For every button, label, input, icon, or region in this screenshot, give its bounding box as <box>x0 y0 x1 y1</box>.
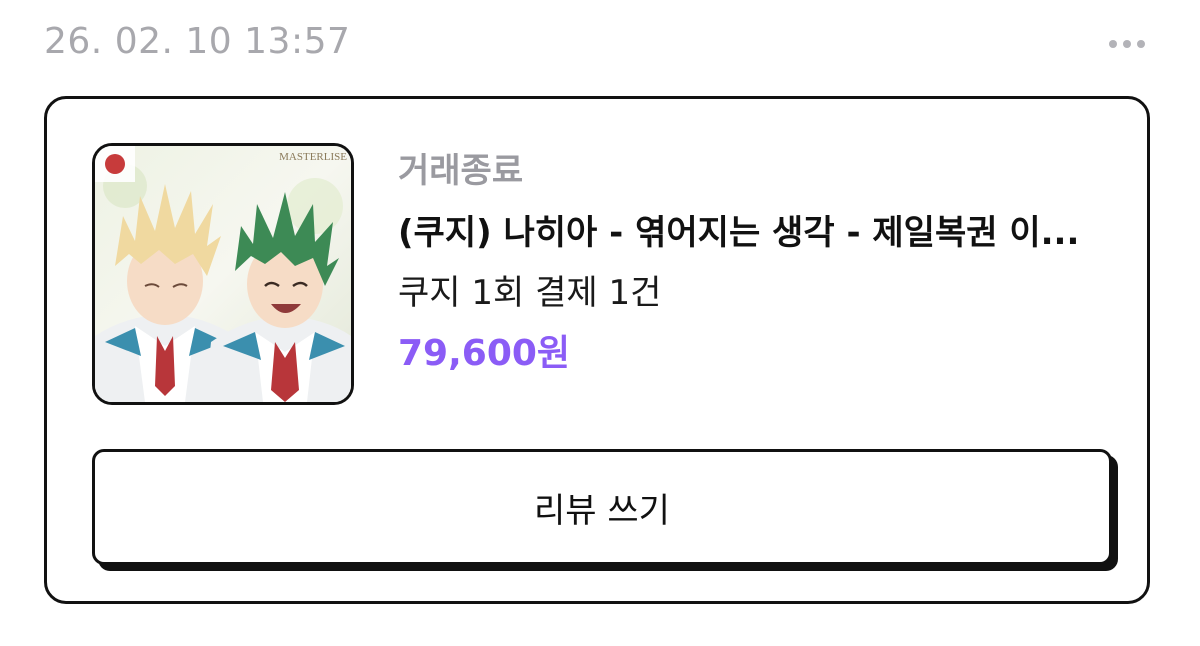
order-datetime: 26. 02. 10 13:57 <box>44 21 351 62</box>
order-status: 거래종료 <box>398 151 524 191</box>
more-dot-icon <box>1123 40 1131 48</box>
more-dot-icon <box>1109 40 1117 48</box>
order-summary: 쿠지 1회 결제 1건 <box>398 273 662 313</box>
product-thumbnail[interactable]: MASTERLISE <box>92 143 354 405</box>
product-title[interactable]: (쿠지) 나히아 - 엮어지는 생각 - 제일복권 이... <box>398 211 1098 255</box>
more-options-button[interactable] <box>1102 30 1152 58</box>
logo-text: MASTERLISE <box>279 151 347 163</box>
order-history-item: 26. 02. 10 13:57 MASTERLISE 거래종료 (쿠지) 나히… <box>0 0 1200 646</box>
order-info: 거래종료 (쿠지) 나히아 - 엮어지는 생각 - 제일복권 이... 쿠지 1… <box>398 149 1118 377</box>
order-card: MASTERLISE 거래종료 (쿠지) 나히아 - 엮어지는 생각 - 제일복… <box>44 96 1150 604</box>
order-price: 79,600원 <box>398 333 571 374</box>
product-image: MASTERLISE <box>95 146 351 402</box>
more-dot-icon <box>1137 40 1145 48</box>
write-review-button[interactable]: 리뷰 쓰기 <box>92 449 1112 565</box>
